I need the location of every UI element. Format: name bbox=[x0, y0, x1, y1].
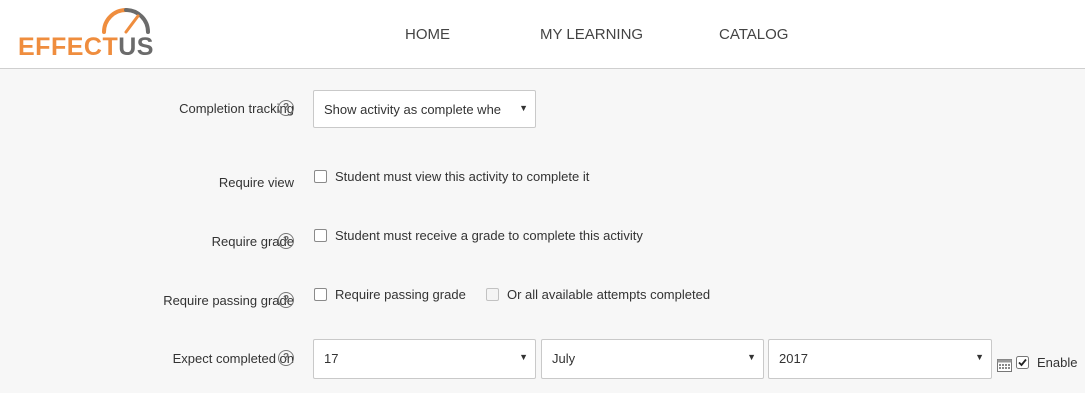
all-attempts-completed-label: Or all available attempts completed bbox=[507, 287, 711, 302]
dropdown-arrow-icon: ▼ bbox=[519, 103, 528, 113]
dropdown-arrow-icon: ▼ bbox=[975, 352, 984, 362]
help-icon[interactable]: ? bbox=[278, 100, 294, 116]
year-value: 2017 bbox=[779, 351, 808, 366]
expect-completed-label: Expect completed on bbox=[172, 351, 294, 366]
completion-tracking-select[interactable]: Show activity as complete whe ▼ bbox=[313, 90, 536, 128]
help-icon[interactable]: ? bbox=[278, 233, 294, 249]
nav-my-learning[interactable]: MY LEARNING bbox=[540, 26, 643, 43]
effectus-logo[interactable]: EFFECTUS bbox=[18, 4, 158, 62]
gauge-icon bbox=[102, 8, 150, 34]
day-select[interactable]: 17 ▼ bbox=[313, 339, 536, 379]
logo-text: EFFECTUS bbox=[18, 33, 154, 62]
year-select[interactable]: 2017 ▼ bbox=[768, 339, 992, 379]
dropdown-arrow-icon: ▼ bbox=[519, 352, 528, 362]
require-passing-grade-checkbox[interactable] bbox=[314, 288, 327, 301]
month-select[interactable]: July ▼ bbox=[541, 339, 764, 379]
enable-label: Enable bbox=[1037, 355, 1078, 370]
completion-tracking-label: Completion tracking bbox=[179, 101, 294, 116]
nav-catalog[interactable]: CATALOG bbox=[719, 26, 788, 43]
enable-checkbox[interactable] bbox=[1016, 356, 1029, 369]
require-view-checkbox-label: Student must view this activity to compl… bbox=[335, 169, 590, 184]
month-value: July bbox=[552, 351, 576, 366]
require-passing-grade-checkbox-label: Require passing grade bbox=[335, 287, 466, 302]
all-attempts-completed-checkbox[interactable] bbox=[486, 288, 499, 301]
require-grade-checkbox-label: Student must receive a grade to complete… bbox=[335, 228, 643, 243]
dropdown-arrow-icon: ▼ bbox=[747, 352, 756, 362]
day-value: 17 bbox=[324, 351, 339, 366]
help-icon[interactable]: ? bbox=[278, 350, 294, 366]
help-icon[interactable]: ? bbox=[278, 292, 294, 308]
require-grade-checkbox[interactable] bbox=[314, 229, 327, 242]
completion-tracking-value: Show activity as complete whe bbox=[324, 102, 502, 117]
header-bar: EFFECTUS HOME MY LEARNING CATALOG bbox=[0, 0, 1085, 69]
logo-text-effect: EFFECT bbox=[18, 33, 119, 61]
logo-text-us: US bbox=[118, 33, 154, 61]
require-passing-grade-label: Require passing grade bbox=[163, 293, 294, 308]
nav-home[interactable]: HOME bbox=[405, 26, 450, 43]
calendar-icon[interactable] bbox=[997, 358, 1012, 372]
require-view-checkbox[interactable] bbox=[314, 170, 327, 183]
require-view-label: Require view bbox=[218, 175, 294, 190]
